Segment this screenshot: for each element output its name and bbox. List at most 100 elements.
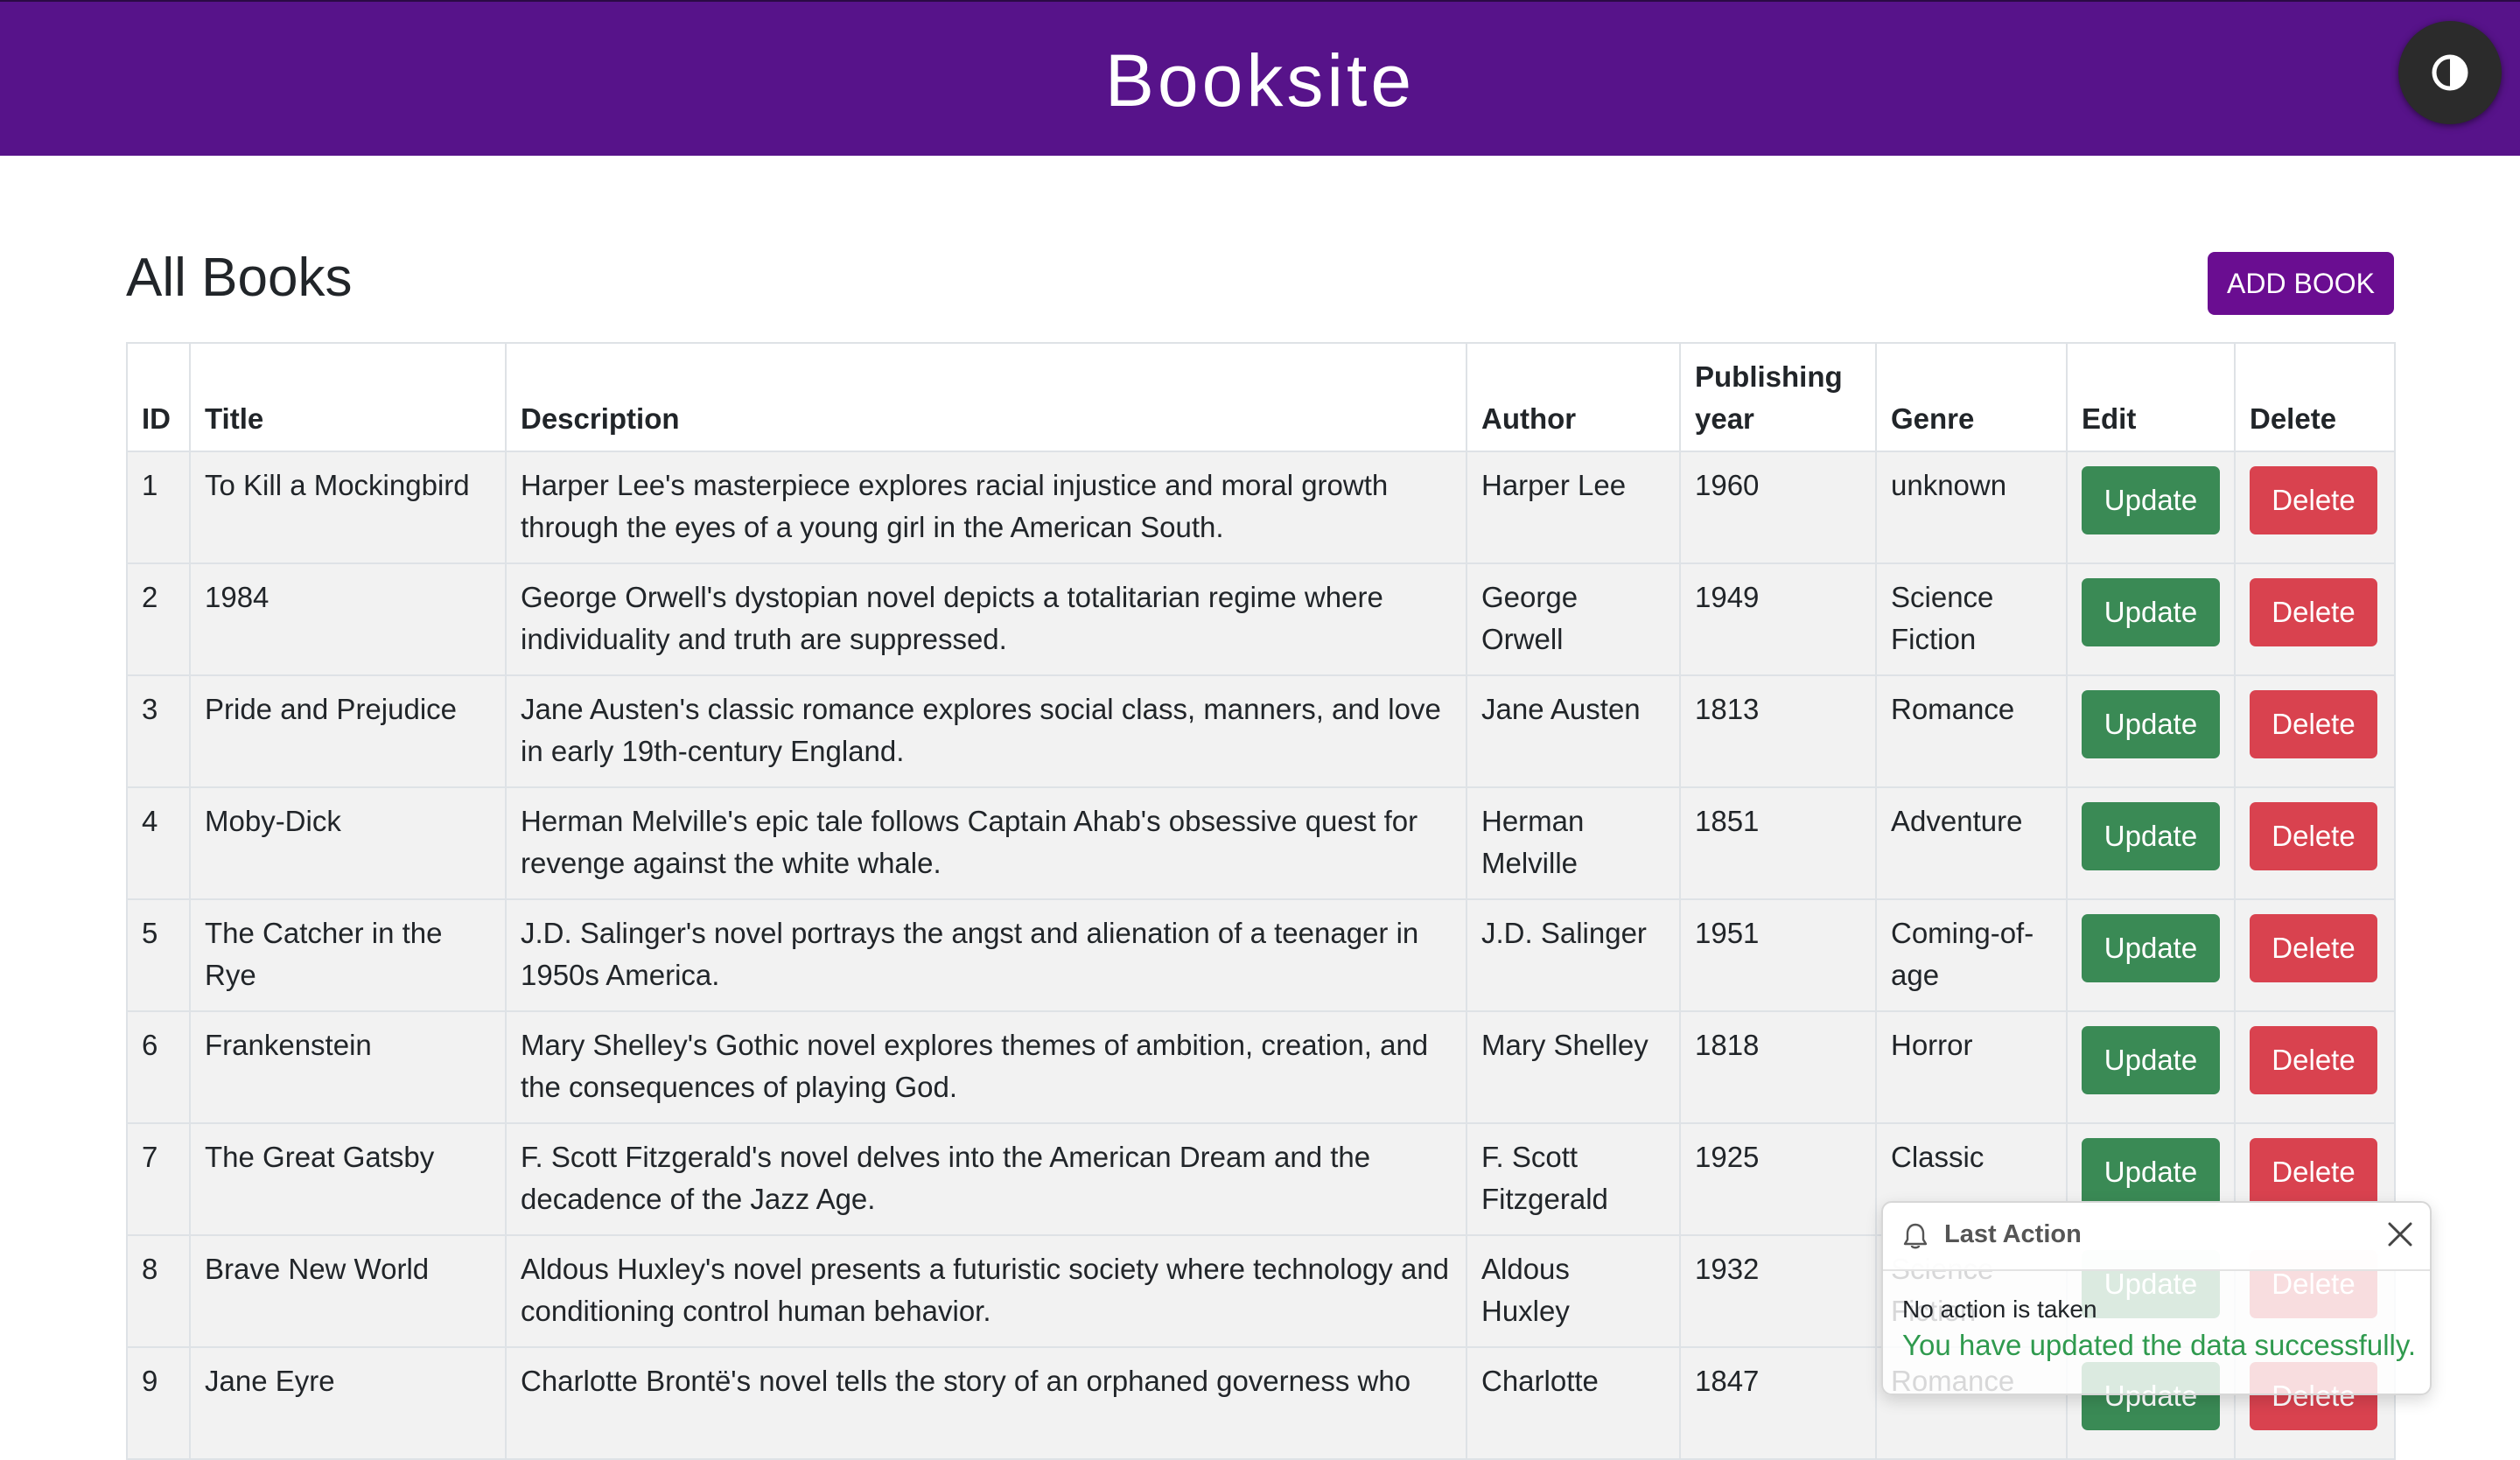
cell-delete: Delete: [2234, 674, 2396, 788]
table-row: 6 Frankenstein Mary Shelley's Gothic novel…: [126, 1010, 2396, 1124]
table-row: 5 The Catcher in the Rye J.D. Salinger's n…: [126, 898, 2396, 1012]
cell-id: 5: [126, 898, 191, 1012]
contrast-icon: [2432, 54, 2468, 91]
update-button[interactable]: Update: [2082, 690, 2220, 758]
cell-description: Herman Melville's epic tale follows Capt…: [505, 786, 1467, 900]
delete-button[interactable]: Delete: [2250, 1026, 2377, 1094]
site-header: Booksite: [0, 0, 2520, 156]
cell-publishing-year: 1951: [1679, 898, 1877, 1012]
toast-close-button[interactable]: [2383, 1217, 2418, 1252]
theme-toggle-button[interactable]: [2398, 21, 2502, 124]
update-button[interactable]: Update: [2082, 1026, 2220, 1094]
cell-genre: Coming-of-age: [1875, 898, 2068, 1012]
page-title: All Books: [126, 248, 353, 308]
update-button[interactable]: Update: [2082, 914, 2220, 982]
cell-description: Mary Shelley's Gothic novel explores the…: [505, 1010, 1467, 1124]
last-action-toast: Last Action No action is taken You have …: [1881, 1201, 2432, 1395]
cell-genre: unknown: [1875, 451, 2068, 564]
cell-title: Pride and Prejudice: [189, 674, 507, 788]
cell-edit: Update: [2066, 898, 2236, 1012]
cell-publishing-year: 1960: [1679, 451, 1877, 564]
toast-header: Last Action: [1883, 1203, 2430, 1271]
delete-button[interactable]: Delete: [2250, 914, 2377, 982]
cell-title: Frankenstein: [189, 1010, 507, 1124]
cell-id: 7: [126, 1122, 191, 1236]
cell-author: George Orwell: [1466, 562, 1681, 676]
cell-author: Aldous Huxley: [1466, 1234, 1681, 1348]
column-header-genre: Genre: [1875, 342, 2068, 452]
cell-id: 9: [126, 1346, 191, 1460]
cell-author: F. Scott Fitzgerald: [1466, 1122, 1681, 1236]
delete-button[interactable]: Delete: [2250, 466, 2377, 534]
cell-id: 2: [126, 562, 191, 676]
cell-author: J.D. Salinger: [1466, 898, 1681, 1012]
cell-author: Mary Shelley: [1466, 1010, 1681, 1124]
table-row: 4 Moby-Dick Herman Melville's epic tale fo…: [126, 786, 2396, 900]
cell-publishing-year: 1932: [1679, 1234, 1877, 1348]
cell-delete: Delete: [2234, 562, 2396, 676]
cell-genre: Horror: [1875, 1010, 2068, 1124]
site-brand: Booksite: [1104, 39, 1416, 122]
table-header-row: ID Title Description Author Publishing y…: [126, 342, 2396, 452]
cell-edit: Update: [2066, 786, 2236, 900]
cell-id: 1: [126, 451, 191, 564]
cell-description: Charlotte Brontë's novel tells the story…: [505, 1346, 1467, 1460]
column-header-id: ID: [126, 342, 191, 452]
delete-button[interactable]: Delete: [2250, 690, 2377, 758]
table-row: 1 To Kill a Mockingbird Harper Lee's maste…: [126, 451, 2396, 564]
cell-genre: Romance: [1875, 674, 2068, 788]
table-row: 3 Pride and Prejudice Jane Austen's classi…: [126, 674, 2396, 788]
cell-edit: Update: [2066, 451, 2236, 564]
update-button[interactable]: Update: [2082, 578, 2220, 646]
cell-author: Herman Melville: [1466, 786, 1681, 900]
update-button[interactable]: Update: [2082, 466, 2220, 534]
toast-title: Last Action: [1944, 1220, 2082, 1248]
cell-publishing-year: 1818: [1679, 1010, 1877, 1124]
delete-button[interactable]: Delete: [2250, 802, 2377, 870]
cell-delete: Delete: [2234, 1010, 2396, 1124]
update-button[interactable]: Update: [2082, 802, 2220, 870]
add-book-button[interactable]: ADD BOOK: [2208, 252, 2394, 315]
table-row: 2 1984 George Orwell's dystopian novel dep…: [126, 562, 2396, 676]
cell-edit: Update: [2066, 562, 2236, 676]
column-header-publishing-year: Publishing year: [1679, 342, 1877, 452]
cell-description: Harper Lee's masterpiece explores racial…: [505, 451, 1467, 564]
cell-title: To Kill a Mockingbird: [189, 451, 507, 564]
cell-genre: Adventure: [1875, 786, 2068, 900]
cell-description: F. Scott Fitzgerald's novel delves into …: [505, 1122, 1467, 1236]
column-header-description: Description: [505, 342, 1467, 452]
cell-title: The Catcher in the Rye: [189, 898, 507, 1012]
toast-message-success: You have updated the data successfully.: [1902, 1329, 2417, 1361]
bell-icon: [1903, 1223, 1928, 1249]
cell-title: Brave New World: [189, 1234, 507, 1348]
cell-title: The Great Gatsby: [189, 1122, 507, 1236]
column-header-edit: Edit: [2066, 342, 2236, 452]
column-header-author: Author: [1466, 342, 1681, 452]
column-header-delete: Delete: [2234, 342, 2396, 452]
cell-author: Jane Austen: [1466, 674, 1681, 788]
cell-publishing-year: 1925: [1679, 1122, 1877, 1236]
cell-description: J.D. Salinger's novel portrays the angst…: [505, 898, 1467, 1012]
cell-description: Jane Austen's classic romance explores s…: [505, 674, 1467, 788]
cell-title: Moby-Dick: [189, 786, 507, 900]
cell-id: 6: [126, 1010, 191, 1124]
cell-description: Aldous Huxley's novel presents a futuris…: [505, 1234, 1467, 1348]
cell-publishing-year: 1847: [1679, 1346, 1877, 1460]
cell-id: 8: [126, 1234, 191, 1348]
cell-delete: Delete: [2234, 898, 2396, 1012]
cell-author: Charlotte: [1466, 1346, 1681, 1460]
toast-body: No action is taken You have updated the …: [1883, 1271, 2430, 1395]
cell-edit: Update: [2066, 1010, 2236, 1124]
cell-publishing-year: 1949: [1679, 562, 1877, 676]
cell-genre: Science Fiction: [1875, 562, 2068, 676]
cell-id: 3: [126, 674, 191, 788]
cell-title: 1984: [189, 562, 507, 676]
column-header-title: Title: [189, 342, 507, 452]
delete-button[interactable]: Delete: [2250, 578, 2377, 646]
cell-publishing-year: 1851: [1679, 786, 1877, 900]
cell-delete: Delete: [2234, 451, 2396, 564]
update-button[interactable]: Update: [2082, 1138, 2220, 1206]
cell-author: Harper Lee: [1466, 451, 1681, 564]
cell-publishing-year: 1813: [1679, 674, 1877, 788]
delete-button[interactable]: Delete: [2250, 1138, 2377, 1206]
